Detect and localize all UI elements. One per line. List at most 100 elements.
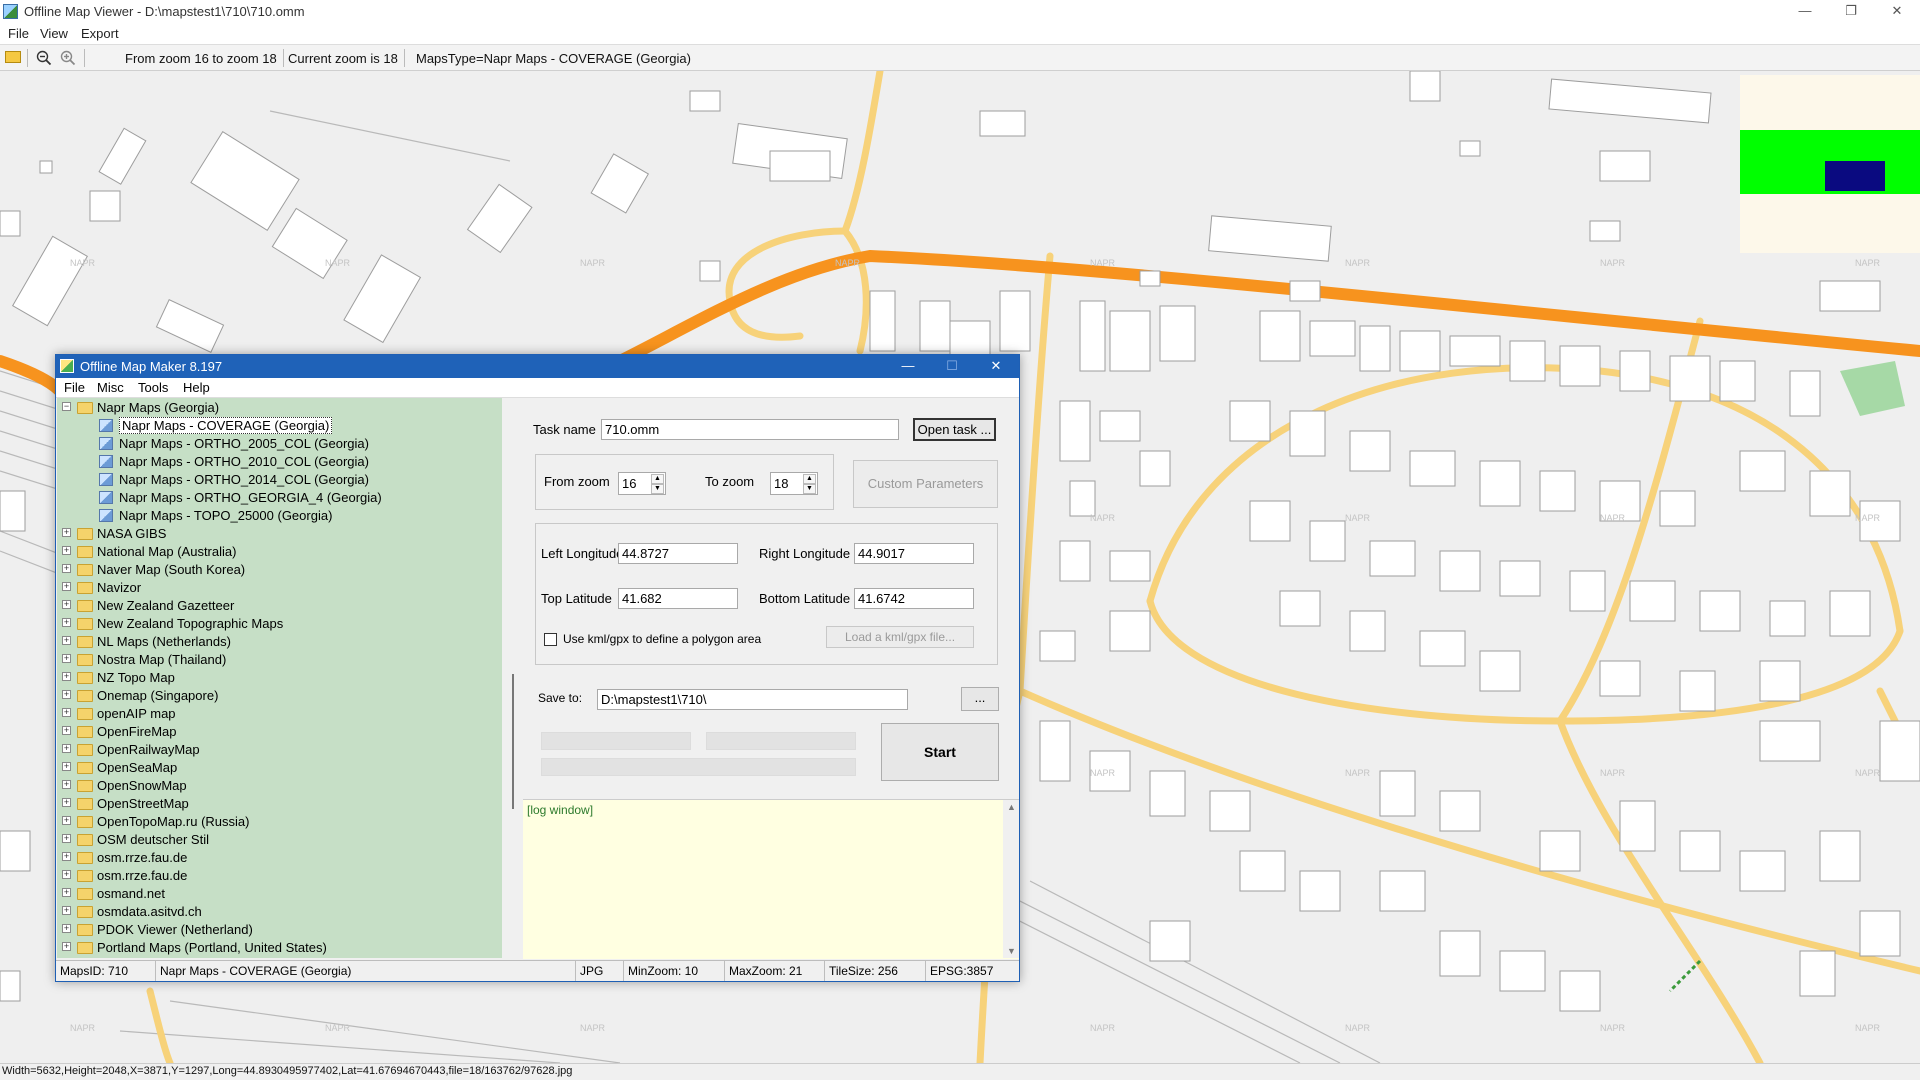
scroll-down-icon[interactable]: ▼ [1007, 946, 1016, 956]
tree-folder-item[interactable]: + osm.rrze.fau.de [57, 849, 497, 867]
minimap[interactable] [1740, 75, 1920, 253]
bottom-latitude-input[interactable]: 41.6742 [854, 588, 974, 609]
open-folder-icon[interactable] [5, 51, 21, 63]
task-name-input[interactable]: 710.omm [601, 419, 899, 440]
close-button[interactable]: ✕ [1874, 0, 1920, 24]
left-longitude-input[interactable]: 44.8727 [618, 543, 738, 564]
dialog-close-button[interactable]: ✕ [974, 355, 1018, 378]
expand-icon[interactable]: + [62, 528, 71, 537]
expand-icon[interactable]: + [62, 906, 71, 915]
expand-icon[interactable]: + [62, 816, 71, 825]
start-button[interactable]: Start [881, 723, 999, 781]
collapse-icon[interactable]: − [62, 402, 71, 411]
tree-folder-item[interactable]: + osm.rrze.fau.de [57, 867, 497, 885]
expand-icon[interactable]: + [62, 834, 71, 843]
expand-icon[interactable]: + [62, 780, 71, 789]
menu-export[interactable]: Export [81, 26, 119, 41]
open-task-button[interactable]: Open task ... [913, 418, 996, 441]
expand-icon[interactable]: + [62, 546, 71, 555]
expand-icon[interactable]: + [62, 600, 71, 609]
dialog-menu-tools[interactable]: Tools [138, 380, 168, 395]
expand-icon[interactable]: + [62, 942, 71, 951]
expand-icon[interactable]: + [62, 798, 71, 807]
right-longitude-input[interactable]: 44.9017 [854, 543, 974, 564]
tree-map-item[interactable]: Napr Maps - ORTHO_GEORGIA_4 (Georgia) [57, 489, 497, 507]
tree-folder-item[interactable]: + PDOK Viewer (Netherland) [57, 921, 497, 939]
expand-icon[interactable]: + [62, 618, 71, 627]
vertical-splitter[interactable] [503, 398, 523, 958]
tree-map-item[interactable]: Napr Maps - ORTHO_2014_COL (Georgia) [57, 471, 497, 489]
tree-folder-item[interactable]: + New Zealand Gazetteer [57, 597, 497, 615]
expand-icon[interactable]: + [62, 564, 71, 573]
tree-map-item[interactable]: Napr Maps - COVERAGE (Georgia) [57, 417, 497, 435]
expand-icon[interactable]: + [62, 744, 71, 753]
splitter-grip[interactable] [512, 674, 514, 809]
to-zoom-down-icon[interactable]: ▼ [803, 484, 816, 494]
tree-map-item[interactable]: Napr Maps - ORTHO_2010_COL (Georgia) [57, 453, 497, 471]
top-latitude-input[interactable]: 41.682 [618, 588, 738, 609]
maximize-button[interactable]: ❐ [1828, 0, 1874, 24]
tree-folder-item[interactable]: + openAIP map [57, 705, 497, 723]
dialog-minimize-button[interactable]: — [886, 355, 930, 378]
dialog-maximize-button[interactable]: ☐ [930, 355, 974, 378]
dialog-menu-file[interactable]: File [64, 380, 85, 395]
tree-root-item[interactable]: − Napr Maps (Georgia) [57, 399, 497, 417]
browse-button[interactable]: ... [961, 687, 999, 711]
expand-icon[interactable]: + [62, 708, 71, 717]
tree-folder-item[interactable]: + National Map (Australia) [57, 543, 497, 561]
tree-folder-item[interactable]: + OpenSeaMap [57, 759, 497, 777]
tree-folder-item[interactable]: + Nostra Map (Thailand) [57, 651, 497, 669]
kml-checkbox[interactable] [544, 633, 557, 646]
tree-folder-item[interactable]: + OpenFireMap [57, 723, 497, 741]
tree-folder-item[interactable]: + NL Maps (Netherlands) [57, 633, 497, 651]
expand-icon[interactable]: + [62, 636, 71, 645]
to-zoom-up-icon[interactable]: ▲ [803, 474, 816, 484]
menu-file[interactable]: File [8, 26, 29, 41]
tree-folder-item[interactable]: + OpenRailwayMap [57, 741, 497, 759]
to-zoom-spinner[interactable]: 18 ▲ ▼ [770, 472, 818, 495]
expand-icon[interactable]: + [62, 672, 71, 681]
tree-folder-item[interactable]: + OpenStreetMap [57, 795, 497, 813]
custom-parameters-button[interactable]: Custom Parameters [853, 460, 998, 508]
expand-icon[interactable]: + [62, 924, 71, 933]
expand-icon[interactable]: + [62, 852, 71, 861]
tree-folder-item[interactable]: + Onemap (Singapore) [57, 687, 497, 705]
load-kml-button[interactable]: Load a kml/gpx file... [826, 626, 974, 648]
minimap-viewport[interactable] [1825, 161, 1885, 191]
tree-folder-item[interactable]: + OpenTopoMap.ru (Russia) [57, 813, 497, 831]
dialog-menu-misc[interactable]: Misc [97, 380, 124, 395]
minimize-button[interactable]: — [1782, 0, 1828, 24]
maps-tree[interactable]: − Napr Maps (Georgia) Napr Maps - COVERAGE… [57, 398, 502, 958]
tree-folder-item[interactable]: + OpenSnowMap [57, 777, 497, 795]
tree-folder-item[interactable]: + osmdata.asitvd.ch [57, 903, 497, 921]
tree-folder-item[interactable]: + Naver Map (South Korea) [57, 561, 497, 579]
log-window[interactable]: [log window] ▲ ▼ [523, 799, 1019, 959]
tree-map-item[interactable]: Napr Maps - TOPO_25000 (Georgia) [57, 507, 497, 525]
save-to-input[interactable]: D:\mapstest1\710\ [597, 689, 908, 710]
expand-icon[interactable]: + [62, 690, 71, 699]
tree-folder-item[interactable]: + Portland Maps (Portland, United States) [57, 939, 497, 957]
expand-icon[interactable]: + [62, 654, 71, 663]
expand-icon[interactable]: + [62, 870, 71, 879]
expand-icon[interactable]: + [62, 762, 71, 771]
scroll-up-icon[interactable]: ▲ [1007, 802, 1016, 812]
from-zoom-down-icon[interactable]: ▼ [651, 484, 664, 494]
tree-map-item[interactable]: Napr Maps - ORTHO_2005_COL (Georgia) [57, 435, 497, 453]
menu-view[interactable]: View [40, 26, 68, 41]
tree-folder-item[interactable]: + NASA GIBS [57, 525, 497, 543]
tree-folder-item[interactable]: + osmand.net [57, 885, 497, 903]
zoom-in-icon[interactable] [60, 50, 76, 66]
dialog-menu-help[interactable]: Help [183, 380, 210, 395]
tree-folder-item[interactable]: + OSM deutscher Stil [57, 831, 497, 849]
log-scrollbar[interactable]: ▲ ▼ [1003, 800, 1019, 958]
expand-icon[interactable]: + [62, 582, 71, 591]
tree-folder-item[interactable]: + Navizor [57, 579, 497, 597]
expand-icon[interactable]: + [62, 726, 71, 735]
dialog-titlebar[interactable]: Offline Map Maker 8.197 — ☐ ✕ [56, 355, 1019, 378]
expand-icon[interactable]: + [62, 888, 71, 897]
from-zoom-up-icon[interactable]: ▲ [651, 474, 664, 484]
tree-folder-item[interactable]: + New Zealand Topographic Maps [57, 615, 497, 633]
tree-folder-item[interactable]: + NZ Topo Map [57, 669, 497, 687]
zoom-out-icon[interactable] [36, 50, 52, 66]
from-zoom-spinner[interactable]: 16 ▲ ▼ [618, 472, 666, 495]
